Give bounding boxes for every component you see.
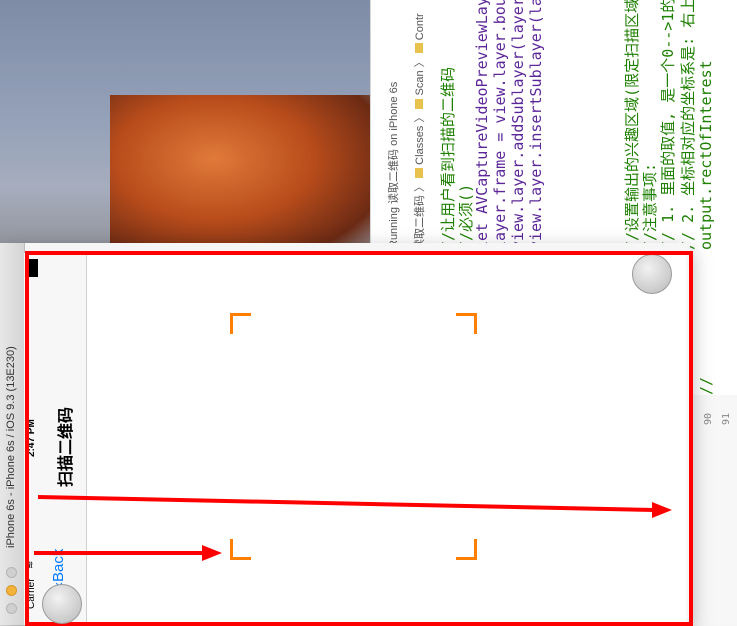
annotation-arrow xyxy=(37,495,672,518)
mouse-cursor-icon xyxy=(42,584,82,624)
annotation-arrow xyxy=(34,545,222,561)
annotation-arrows xyxy=(34,495,672,561)
